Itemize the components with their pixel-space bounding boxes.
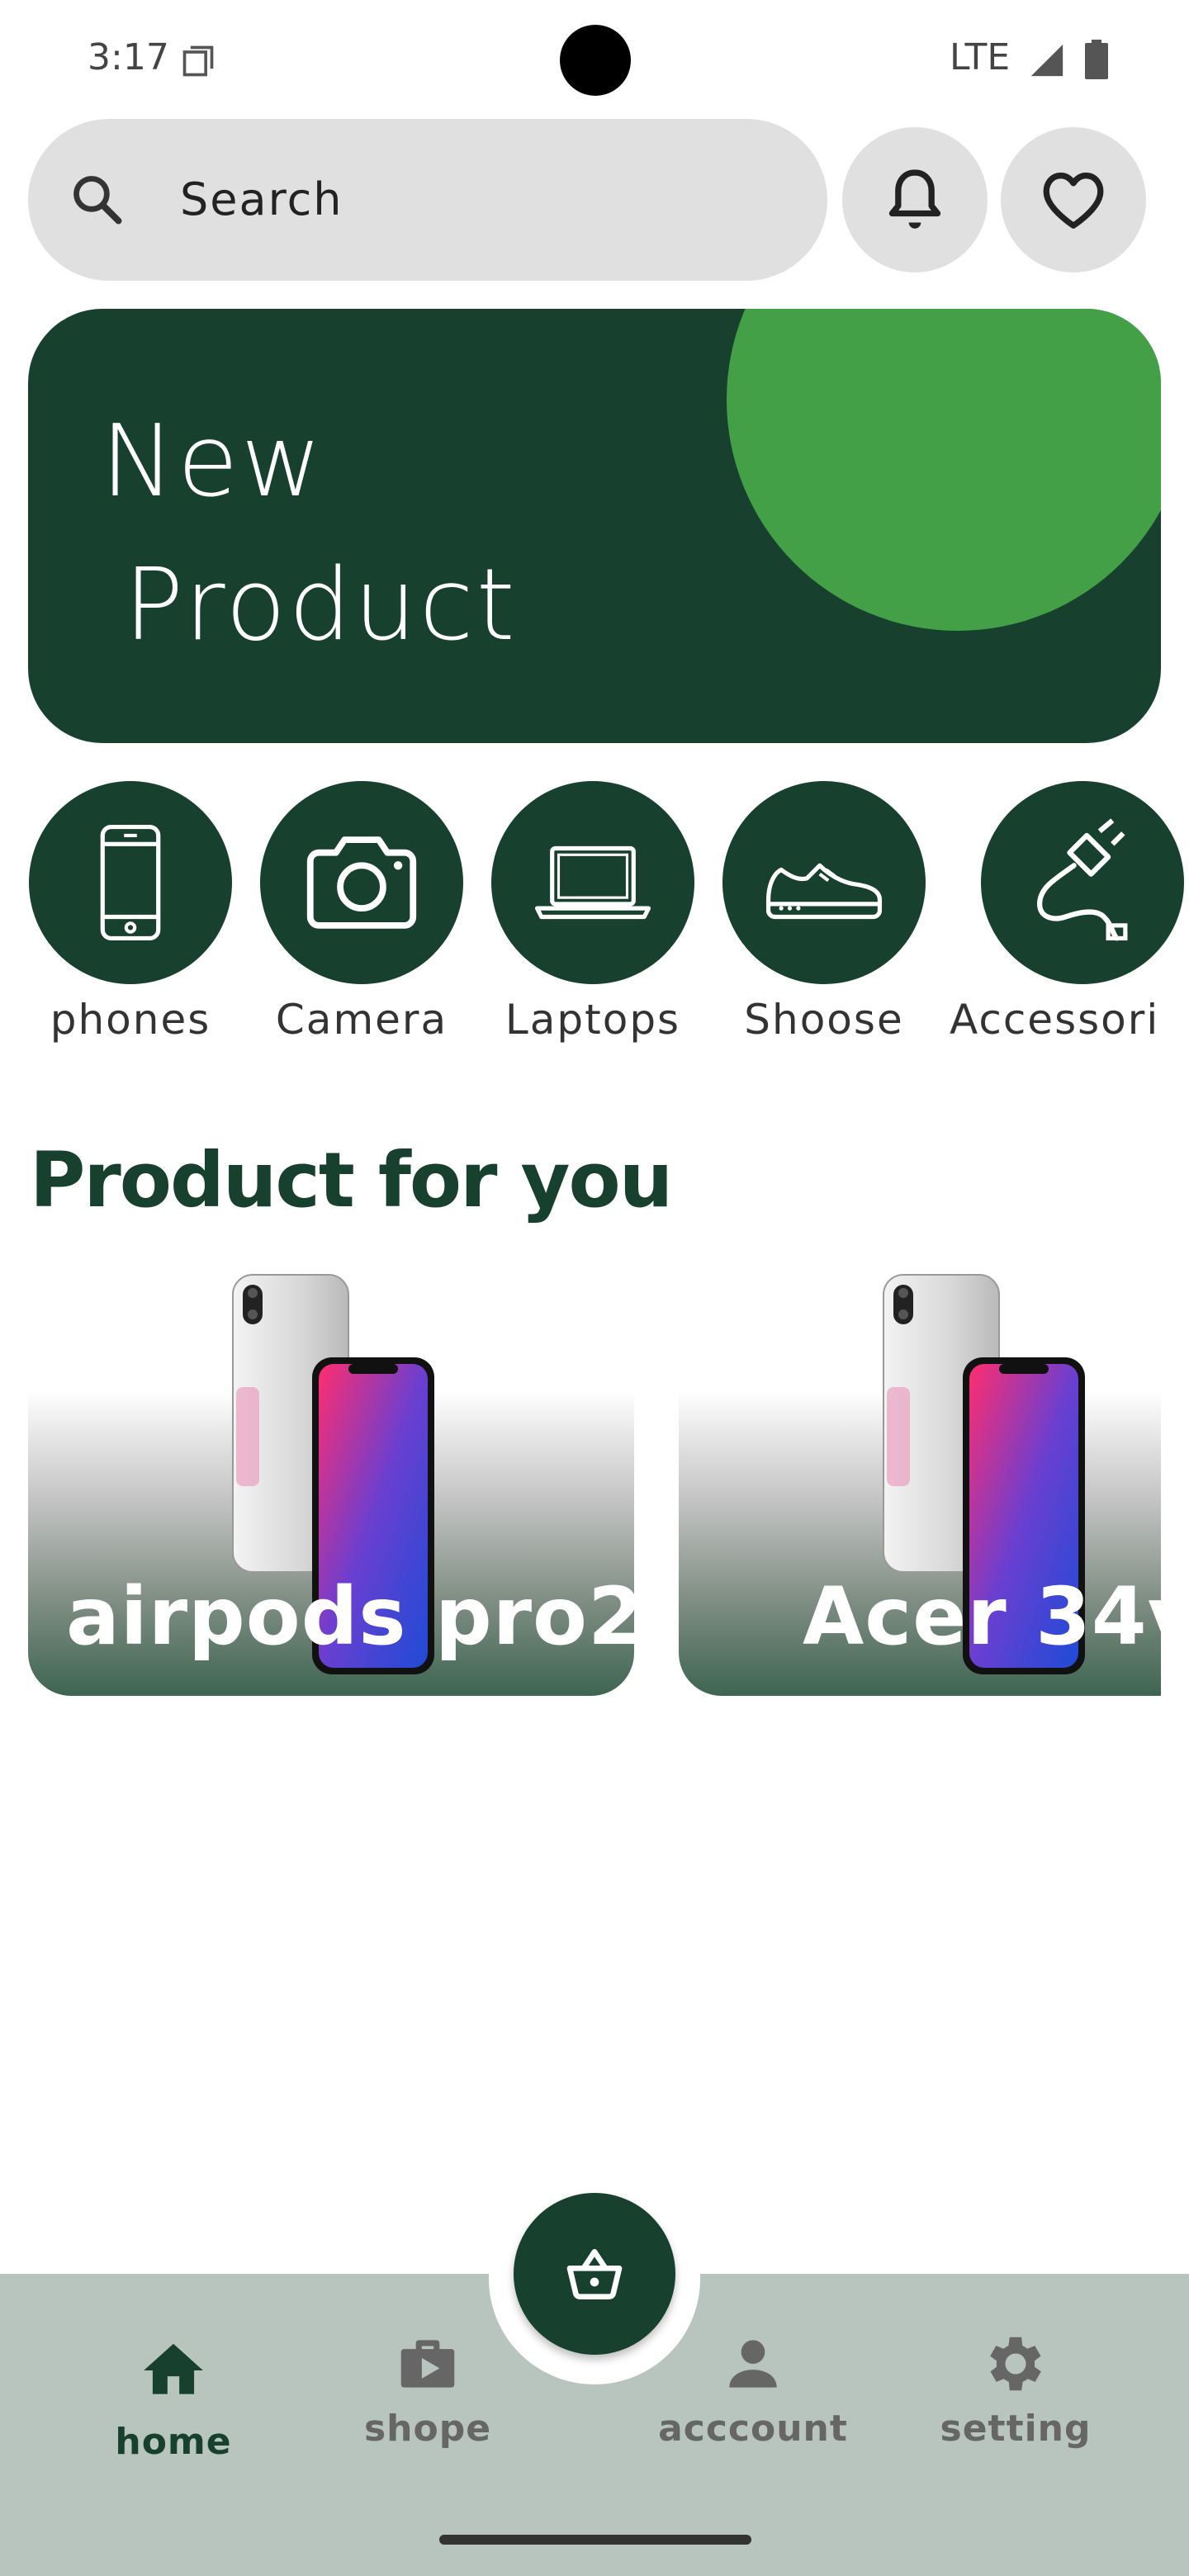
battery-icon [1085,40,1108,79]
phone-icon [100,824,161,941]
status-time: 3:17 [88,36,169,78]
category-circle [491,781,694,984]
category-shoes[interactable]: Shoose [708,781,940,1044]
screenshot-notification-icon [182,45,214,77]
category-phones[interactable]: phones [15,781,246,1044]
search-input[interactable]: Search [180,173,343,225]
category-accessories[interactable]: Accessori [950,781,1189,1044]
section-title: Product for you [30,1136,673,1224]
category-label: Camera [275,996,448,1044]
camera-cutout [560,25,631,96]
category-label: Laptops [504,996,681,1044]
nav-label: home [115,2421,232,2463]
category-camera[interactable]: Camera [246,781,477,1044]
search-icon [73,176,122,225]
signal-icon [1030,44,1063,77]
product-card[interactable]: airpods pro2 [28,1271,634,1696]
category-label: Shoose [744,996,904,1044]
nav-setting[interactable]: setting [908,2328,1123,2450]
category-laptops[interactable]: Laptops [477,781,708,1044]
banner-decoration [727,309,1161,631]
nav-label: shope [363,2408,492,2450]
network-type-label: LTE [950,36,1011,78]
nav-shope[interactable]: shope [320,2328,535,2450]
product-list: airpods pro2 Acer 34v [0,1271,1189,1701]
banner-title-line2: Product [124,548,518,663]
nav-account[interactable]: acccount [646,2328,860,2450]
category-label: Accessori [950,996,1160,1044]
shop-bag-icon [400,2340,455,2388]
nav-home[interactable]: home [66,2328,281,2463]
nav-label: setting [940,2408,1092,2450]
person-icon [729,2340,777,2388]
product-title: Acer 34v [803,1570,1161,1663]
banner-title-line1: New [101,405,324,519]
charger-icon [1037,818,1128,941]
category-list: phones Camera Laptops Shoose Accessori [0,781,1189,1054]
status-bar: 3:17 LTE [0,0,1189,116]
category-circle [260,781,463,984]
sneaker-icon [765,863,883,920]
search-bar[interactable] [28,119,827,281]
heart-icon [1043,173,1104,229]
notifications-button[interactable] [842,127,988,272]
category-label: phones [50,996,211,1044]
camera-icon [306,836,417,929]
product-title: airpods pro2 [66,1570,634,1663]
laptop-icon [534,845,651,920]
nav-label: acccount [658,2408,848,2450]
favorites-button[interactable] [1001,127,1146,272]
basket-icon [566,2249,623,2299]
category-circle [981,781,1184,984]
home-icon [144,2343,203,2394]
new-product-banner[interactable]: New Product [28,309,1161,743]
category-circle [29,781,232,984]
category-circle [722,781,926,984]
bell-icon [888,169,941,229]
gesture-home-indicator[interactable] [439,2535,751,2545]
gear-icon [990,2337,1041,2391]
product-card[interactable]: Acer 34v [679,1271,1161,1696]
